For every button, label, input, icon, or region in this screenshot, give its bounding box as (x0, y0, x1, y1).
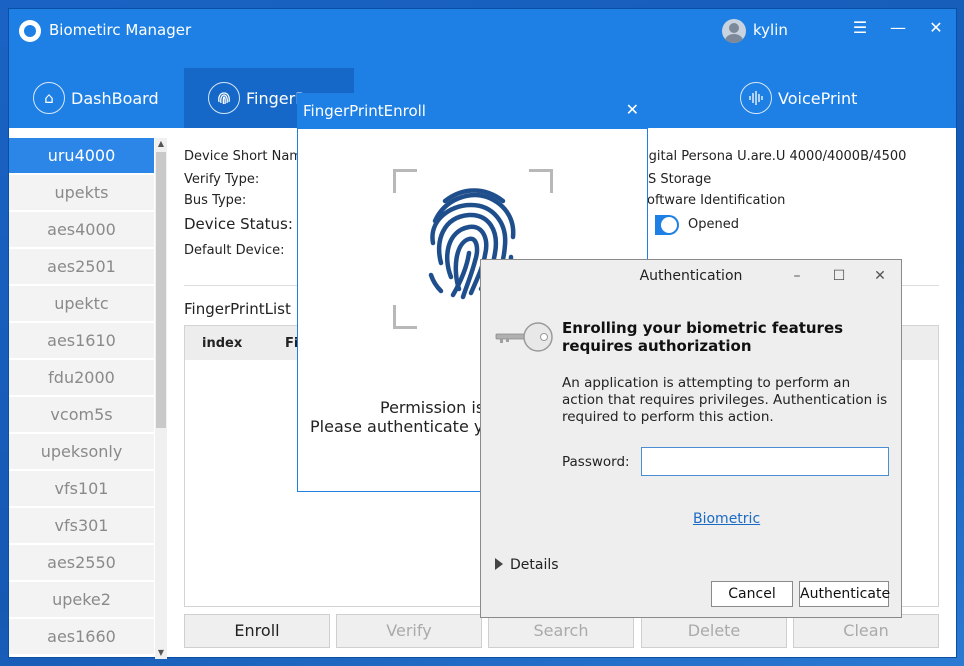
device-status-label: Device Status: (184, 215, 293, 233)
maximize-icon[interactable]: ☐ (829, 266, 849, 286)
password-label: Password: (562, 454, 630, 470)
user-name[interactable]: kylin (753, 21, 788, 39)
short-name-label: Device Short Nam (184, 149, 302, 164)
auth-heading: Enrolling your biometric features requir… (562, 319, 844, 355)
app-logo-icon (19, 20, 41, 42)
minimize-icon[interactable]: — (887, 17, 909, 39)
bus-type-value: oftware Identification (647, 193, 786, 208)
device-item[interactable]: upekts (9, 175, 154, 211)
device-list-scrollbar[interactable]: ▲ ▼ (155, 138, 167, 659)
device-item[interactable]: vcom5s (9, 397, 154, 433)
key-icon (495, 322, 553, 352)
device-item[interactable]: aes1660 (9, 619, 154, 655)
device-item[interactable]: vfs301 (9, 508, 154, 544)
biometric-link[interactable]: Biometric (693, 511, 760, 527)
search-button[interactable]: Search (488, 614, 634, 648)
device-item[interactable]: upeke2 (9, 582, 154, 618)
device-item[interactable]: uru4000 (9, 138, 154, 174)
fingerprint-icon (208, 82, 240, 114)
minimize-icon[interactable]: – (787, 266, 807, 286)
close-icon[interactable]: ✕ (626, 100, 639, 119)
app-title: Biometirc Manager (49, 21, 192, 39)
voiceprint-icon (740, 82, 772, 114)
device-status-toggle[interactable] (655, 215, 679, 235)
authentication-dialog: Authentication – ☐ ✕ Enrolling your biom… (480, 259, 902, 618)
menu-icon[interactable]: ☰ (849, 17, 871, 39)
scroll-up-icon[interactable]: ▲ (155, 138, 167, 150)
clean-button[interactable]: Clean (793, 614, 939, 648)
short-name-value: igital Persona U.are.U 4000/4000B/4500 (645, 149, 907, 164)
device-item[interactable]: upeksonly (9, 434, 154, 470)
tab-dashboard[interactable]: ⌂ DashBoard (33, 68, 183, 128)
close-icon[interactable]: ✕ (925, 17, 947, 39)
enroll-button[interactable]: Enroll (184, 614, 330, 648)
column-header-index[interactable]: index (202, 336, 242, 351)
default-device-label: Default Device: (184, 243, 285, 258)
enroll-message-line2: Please authenticate y (310, 417, 484, 436)
device-item[interactable]: upektc (9, 286, 154, 322)
device-item[interactable]: aes2550 (9, 545, 154, 581)
device-item[interactable]: fdu2000 (9, 360, 154, 396)
device-item[interactable]: aes4000 (9, 212, 154, 248)
auth-description: An application is attempting to perform … (562, 375, 888, 425)
scrollbar-thumb[interactable] (156, 152, 166, 428)
authenticate-button[interactable]: Authenticate (799, 581, 890, 607)
tab-voiceprint-label: VoicePrint (778, 88, 858, 108)
device-list: uru4000 upekts aes4000 aes2501 upektc ae… (9, 138, 154, 659)
details-toggle[interactable]: Details (510, 557, 559, 573)
scroll-down-icon[interactable]: ▼ (155, 647, 167, 659)
device-item[interactable]: vfs101 (9, 471, 154, 507)
home-icon: ⌂ (33, 82, 65, 114)
expand-arrow-icon[interactable] (495, 558, 503, 570)
bus-type-label: Bus Type: (184, 193, 247, 208)
cancel-button[interactable]: Cancel (711, 581, 793, 607)
close-icon[interactable]: ✕ (870, 266, 890, 286)
enroll-message-line1: Permission is (380, 398, 485, 417)
tab-voiceprint[interactable]: VoicePrint (740, 68, 920, 128)
delete-button[interactable]: Delete (641, 614, 787, 648)
device-item[interactable]: aes1610 (9, 323, 154, 359)
device-status-value: Opened (688, 217, 739, 232)
verify-type-value: S Storage (648, 172, 712, 187)
password-input[interactable] (641, 447, 889, 476)
enroll-dialog-title: FingerPrintEnroll (298, 94, 647, 129)
verify-button[interactable]: Verify (336, 614, 482, 648)
user-avatar-icon[interactable] (722, 19, 746, 43)
device-item[interactable]: aes2501 (9, 249, 154, 285)
tab-dashboard-label: DashBoard (71, 88, 159, 108)
verify-type-label: Verify Type: (184, 172, 260, 187)
fingerprint-list-title: FingerPrintList (184, 300, 291, 318)
